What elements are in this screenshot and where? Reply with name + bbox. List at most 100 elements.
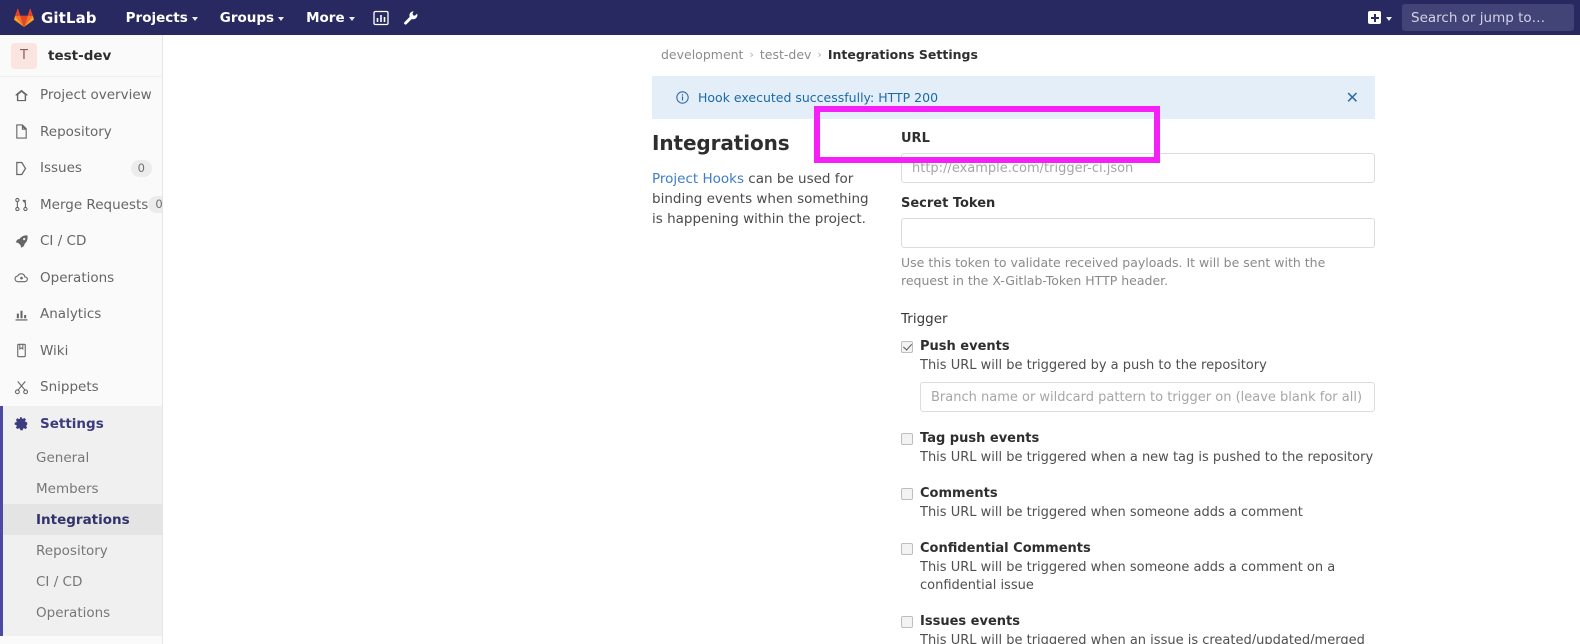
secret-token-field-group: Secret Token Use this token to validate … xyxy=(901,196,1375,290)
nav-more[interactable]: More xyxy=(295,0,366,35)
comments-checkbox[interactable] xyxy=(901,488,913,500)
trigger-description: This URL will be triggered when an issue… xyxy=(920,633,1365,644)
sidebar-item-operations[interactable]: Operations xyxy=(0,260,162,297)
trigger-body: Comments This URL will be triggered when… xyxy=(920,485,1375,522)
sidebar-sub-label: Integrations xyxy=(36,511,130,528)
trigger-issues-events: Issues events This URL will be triggered… xyxy=(901,613,1375,644)
trigger-body: Issues events This URL will be triggered… xyxy=(920,613,1375,644)
breadcrumb-separator: › xyxy=(817,48,822,61)
nav-projects-label: Projects xyxy=(125,9,188,26)
trigger-confidential-comments: Confidential Comments This URL will be t… xyxy=(901,540,1375,595)
tag-push-events-checkbox[interactable] xyxy=(901,433,913,445)
plus-icon xyxy=(1368,11,1381,24)
scissors-icon xyxy=(14,379,31,395)
sidebar-item-analytics[interactable]: Analytics xyxy=(0,296,162,333)
info-circle-icon xyxy=(676,91,689,104)
main-content: development › test-dev › Integrations Se… xyxy=(163,35,1580,644)
trigger-body: Confidential Comments This URL will be t… xyxy=(920,540,1375,595)
sidebar-sub-label: General xyxy=(36,449,90,466)
breadcrumb: development › test-dev › Integrations Se… xyxy=(163,35,1580,65)
breadcrumb-current: Integrations Settings xyxy=(827,47,978,62)
breadcrumb-group[interactable]: development xyxy=(661,47,743,62)
rocket-icon xyxy=(14,233,31,249)
sidebar-item-settings-integrations[interactable]: Integrations xyxy=(3,504,162,535)
gitlab-brand-label: GitLab xyxy=(41,8,97,27)
top-navbar: GitLab Projects Groups More xyxy=(0,0,1580,35)
trigger-body: Push events This URL will be triggered b… xyxy=(920,338,1375,412)
sidebar-label: CI / CD xyxy=(40,233,87,250)
sidebar-sub-label: Operations xyxy=(36,604,111,621)
sidebar-label: Issues xyxy=(40,160,82,177)
bar-chart-icon xyxy=(14,306,31,322)
sidebar-item-settings-members[interactable]: Members xyxy=(3,473,162,504)
wrench-icon[interactable] xyxy=(396,0,426,35)
push-events-checkbox[interactable] xyxy=(901,341,913,353)
sidebar-label: Operations xyxy=(40,269,115,286)
sidebar-label: Analytics xyxy=(40,306,102,323)
sidebar-item-ci-cd[interactable]: CI / CD xyxy=(0,223,162,260)
trigger-section-label: Trigger xyxy=(901,311,948,327)
sidebar-item-settings-general[interactable]: General xyxy=(3,442,162,473)
sidebar-label: Repository xyxy=(40,123,112,140)
secret-token-help: Use this token to validate received payl… xyxy=(901,255,1326,288)
nav-groups[interactable]: Groups xyxy=(209,0,295,35)
trigger-name: Push events xyxy=(920,339,1010,354)
sidebar-item-wiki[interactable]: Wiki xyxy=(0,333,162,370)
issues-events-checkbox[interactable] xyxy=(901,616,913,628)
close-icon[interactable]: ✕ xyxy=(1342,88,1363,108)
sidebar-item-settings-ci-cd[interactable]: CI / CD xyxy=(3,566,162,597)
issues-icon xyxy=(14,160,31,176)
sidebar-item-repository[interactable]: Repository xyxy=(0,114,162,151)
sidebar-label: Merge Requests xyxy=(40,196,149,213)
trigger-name: Tag push events xyxy=(920,431,1040,446)
sidebar-item-snippets[interactable]: Snippets xyxy=(0,369,162,406)
merge-requests-count-badge: 0 xyxy=(148,196,162,214)
create-new-button[interactable] xyxy=(1358,0,1402,35)
trigger-body: Tag push events This URL will be trigger… xyxy=(920,430,1375,467)
issues-count-badge: 0 xyxy=(130,159,152,177)
sidebar-item-settings[interactable]: Settings xyxy=(0,405,162,442)
sidebar-item-merge-requests[interactable]: Merge Requests 0 xyxy=(0,187,162,224)
settings-submenu: General Members Integrations Repository … xyxy=(0,442,162,636)
project-hooks-link[interactable]: Project Hooks xyxy=(652,171,744,187)
sidebar-label: Settings xyxy=(40,415,104,432)
trigger-name: Confidential Comments xyxy=(920,541,1091,556)
project-header-link[interactable]: T test-dev xyxy=(0,35,162,77)
section-description: Project Hooks can be used for binding ev… xyxy=(652,169,873,229)
avatar: T xyxy=(11,42,37,69)
settings-description-column: Integrations Project Hooks can be used f… xyxy=(652,131,901,644)
url-label: URL xyxy=(901,131,930,146)
trigger-name: Issues events xyxy=(920,614,1020,629)
navbar-right-section xyxy=(1358,0,1580,35)
gitlab-logo-link[interactable]: GitLab xyxy=(14,8,97,27)
sidebar-item-issues[interactable]: Issues 0 xyxy=(0,150,162,187)
confidential-comments-checkbox[interactable] xyxy=(901,543,913,555)
search-input[interactable] xyxy=(1402,4,1574,31)
nav-projects[interactable]: Projects xyxy=(115,0,209,35)
push-events-branch-input[interactable] xyxy=(920,382,1375,412)
chevron-down-icon xyxy=(1386,16,1392,21)
url-input[interactable] xyxy=(901,153,1375,183)
url-field-group: URL xyxy=(901,131,1375,183)
trigger-comments: Comments This URL will be triggered when… xyxy=(901,485,1375,522)
secret-token-input[interactable] xyxy=(901,218,1375,248)
nav-more-label: More xyxy=(306,9,345,26)
cloud-gear-icon xyxy=(14,270,31,286)
page-title: Integrations xyxy=(652,131,790,155)
nav-groups-label: Groups xyxy=(219,9,275,26)
sidebar-sub-label: CI / CD xyxy=(36,573,83,590)
merge-request-icon xyxy=(14,197,31,213)
sidebar-item-settings-repository[interactable]: Repository xyxy=(3,535,162,566)
trigger-description: This URL will be triggered by a push to … xyxy=(920,358,1267,373)
chevron-down-icon xyxy=(348,16,355,21)
sidebar-sub-label: Members xyxy=(36,480,99,497)
breadcrumb-project[interactable]: test-dev xyxy=(760,47,812,62)
sidebar-label: Snippets xyxy=(40,379,99,396)
sidebar-item-project-overview[interactable]: Project overview xyxy=(0,77,162,114)
trigger-tag-push-events: Tag push events This URL will be trigger… xyxy=(901,430,1375,467)
analytics-chart-icon[interactable] xyxy=(366,0,396,35)
sidebar-label: Wiki xyxy=(40,342,69,359)
secret-token-label: Secret Token xyxy=(901,196,996,211)
sidebar-item-settings-operations[interactable]: Operations xyxy=(3,597,162,628)
webhook-form: URL Secret Token Use this token to valid… xyxy=(901,131,1375,644)
